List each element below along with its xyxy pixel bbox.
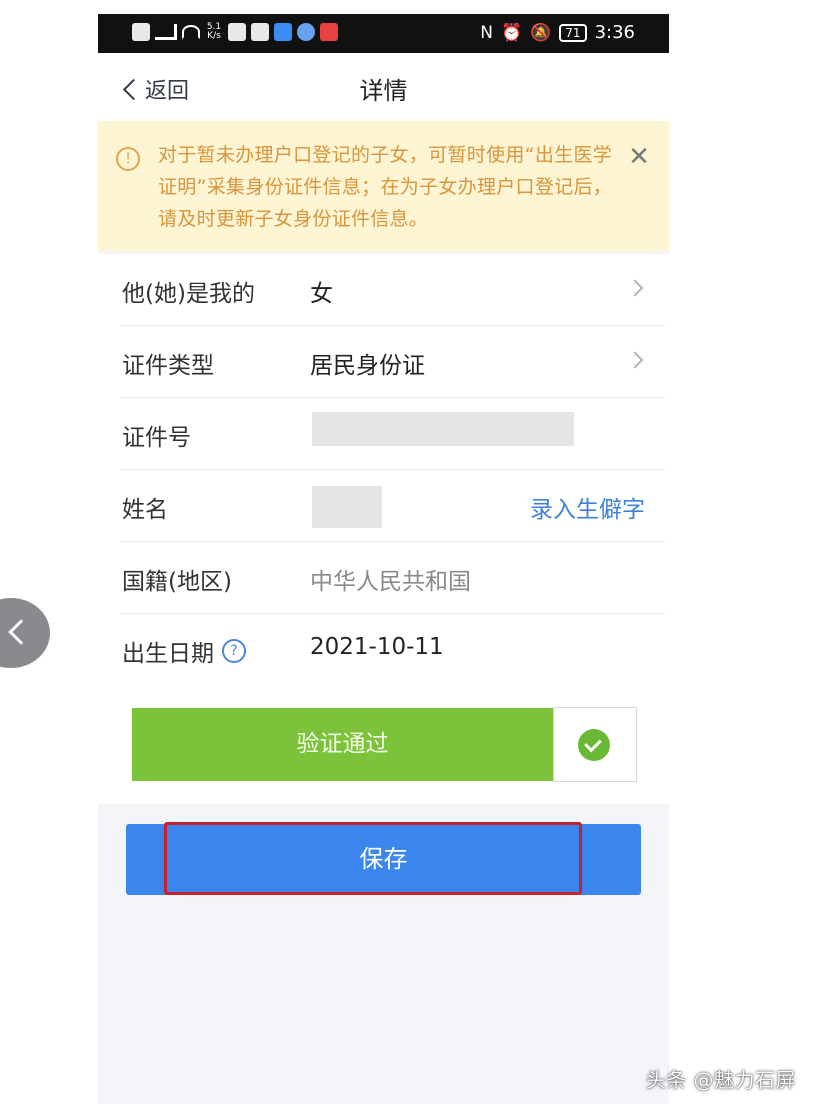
birth-date-row[interactable]: 出生日期 ? 2021-10-11: [120, 614, 665, 685]
nationality-value: 中华人民共和国: [310, 569, 471, 595]
nationality-label: 国籍(地区): [122, 569, 232, 595]
chevron-left-icon: [8, 619, 34, 645]
chat-notification-icon: [251, 23, 269, 41]
watermark: 头条 @魅力石屏: [645, 1068, 796, 1092]
relation-row[interactable]: 他(她)是我的 女: [120, 254, 665, 326]
wifi-icon: [182, 25, 200, 39]
network-speed-unit: K/s: [207, 31, 221, 41]
id-type-value: 居民身份证: [310, 353, 425, 379]
child-info-form: 他(她)是我的 女 证件类型 居民身份证 证件号 姓名 录入生僻字 国籍(地区)…: [98, 254, 669, 685]
relation-value: 女: [310, 281, 333, 307]
save-button[interactable]: 保存: [126, 824, 641, 895]
status-bar-right: N ⏰ 🔕 71 3:36: [480, 22, 635, 43]
chevron-right-icon: [626, 351, 644, 369]
name-row: 姓名 录入生僻字: [120, 470, 665, 542]
name-label: 姓名: [122, 497, 168, 523]
status-bar: 5.1 K/s N ⏰ 🔕 71 3:36: [98, 14, 669, 53]
id-number-field-redacted[interactable]: [312, 412, 574, 446]
browser-notification-icon: [297, 23, 315, 41]
id-type-row[interactable]: 证件类型 居民身份证: [120, 326, 665, 398]
id-number-row: 证件号: [120, 398, 665, 470]
nav-bar: 返回 详情: [98, 53, 669, 121]
birth-date-label: 出生日期 ?: [122, 634, 246, 668]
previous-arrow-button[interactable]: [0, 598, 50, 668]
help-icon[interactable]: ?: [222, 639, 246, 663]
check-icon: [578, 729, 610, 761]
notice-banner: ! 对于暂未办理户口登记的子女，可暂时使用“出生医学证明”采集身份证件信息；在为…: [98, 121, 669, 251]
nfc-icon: N: [480, 22, 493, 43]
maps-notification-icon: [274, 23, 292, 41]
enter-rare-characters-link[interactable]: 录入生僻字: [530, 490, 645, 524]
mail-notification-icon: [320, 23, 338, 41]
relation-label: 他(她)是我的: [122, 281, 255, 307]
phone-screen: 5.1 K/s N ⏰ 🔕 71 3:36 返回 详情 ! 对于暂未办理户口登记…: [98, 14, 669, 1104]
app-notification-icon: [228, 23, 246, 41]
chevron-right-icon: [626, 279, 644, 297]
verify-status-box: [553, 707, 637, 782]
nationality-row: 国籍(地区) 中华人民共和国: [120, 542, 665, 614]
status-time: 3:36: [594, 22, 635, 43]
id-type-label: 证件类型: [122, 353, 214, 379]
notice-text: 对于暂未办理户口登记的子女，可暂时使用“出生医学证明”采集身份证件信息；在为子女…: [158, 144, 613, 230]
name-field-redacted[interactable]: [312, 486, 382, 528]
id-number-label: 证件号: [122, 425, 191, 451]
birth-date-value: 2021-10-11: [310, 634, 444, 660]
page-title: 详情: [359, 77, 408, 105]
hd-icon: [132, 23, 150, 41]
verify-area: 验证通过: [98, 684, 669, 804]
network-speed: 5.1 K/s: [205, 23, 223, 41]
status-bar-left: 5.1 K/s: [132, 23, 338, 41]
screenshot-page: 5.1 K/s N ⏰ 🔕 71 3:36 返回 详情 ! 对于暂未办理户口登记…: [0, 0, 814, 1104]
signal-icon: [155, 24, 177, 40]
birth-date-label-text: 出生日期: [122, 641, 214, 667]
alarm-icon: ⏰: [500, 22, 523, 43]
mute-icon: 🔕: [530, 22, 552, 43]
verify-button[interactable]: 验证通过: [132, 708, 553, 781]
close-icon[interactable]: ✕: [625, 143, 653, 171]
battery-level: 71: [559, 23, 587, 42]
info-icon: !: [116, 147, 140, 171]
